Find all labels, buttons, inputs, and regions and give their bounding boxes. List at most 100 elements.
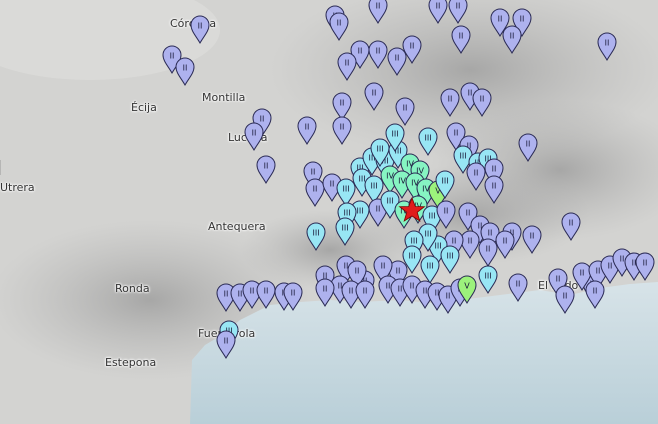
svg-text:II: II: [330, 180, 335, 189]
svg-text:III: III: [408, 252, 415, 261]
svg-text:III: III: [343, 209, 350, 218]
svg-text:II: II: [593, 287, 598, 296]
svg-text:III: III: [428, 212, 435, 221]
svg-text:II: II: [498, 15, 503, 24]
svg-text:II: II: [264, 287, 269, 296]
svg-text:II: II: [492, 165, 497, 174]
svg-text:II: II: [313, 185, 318, 194]
svg-text:II: II: [376, 2, 381, 11]
svg-text:II: II: [363, 287, 368, 296]
svg-text:II: II: [345, 59, 350, 68]
svg-text:III: III: [410, 237, 417, 246]
svg-text:III: III: [386, 197, 393, 206]
svg-text:III: III: [370, 182, 377, 191]
svg-text:II: II: [376, 205, 381, 214]
svg-text:II: II: [492, 182, 497, 191]
svg-text:II: II: [556, 275, 561, 284]
svg-text:II: II: [454, 129, 459, 138]
svg-text:III: III: [424, 134, 431, 143]
svg-text:III: III: [434, 242, 441, 251]
svg-text:II: II: [305, 123, 310, 132]
svg-text:II: II: [516, 280, 521, 289]
svg-text:II: II: [452, 237, 457, 246]
svg-text:II: II: [410, 42, 415, 51]
svg-text:II: II: [480, 95, 485, 104]
svg-text:II: II: [643, 259, 648, 268]
svg-text:II: II: [466, 209, 471, 218]
svg-text:II: II: [381, 262, 386, 271]
svg-text:II: II: [252, 129, 257, 138]
svg-text:II: II: [510, 32, 515, 41]
svg-text:II: II: [474, 169, 479, 178]
svg-text:II: II: [446, 292, 451, 301]
svg-text:V: V: [464, 282, 470, 291]
svg-text:II: II: [340, 99, 345, 108]
svg-text:II: II: [448, 95, 453, 104]
svg-text:III: III: [341, 224, 348, 233]
svg-text:II: II: [410, 282, 415, 291]
svg-text:III: III: [426, 262, 433, 271]
city-label-montilla: Montilla: [202, 91, 246, 104]
svg-text:II: II: [486, 245, 491, 254]
svg-text:II: II: [355, 267, 360, 276]
epicenter-star-icon[interactable]: [398, 196, 426, 224]
svg-text:II: II: [323, 285, 328, 294]
svg-text:II: II: [459, 32, 464, 41]
svg-text:III: III: [484, 272, 491, 281]
svg-text:II: II: [530, 232, 535, 241]
svg-text:IV: IV: [398, 177, 406, 186]
svg-text:II: II: [376, 47, 381, 56]
svg-text:II: II: [620, 255, 625, 264]
svg-text:II: II: [444, 207, 449, 216]
svg-text:III: III: [312, 229, 319, 238]
svg-text:II: II: [337, 19, 342, 28]
svg-text:II: II: [238, 290, 243, 299]
svg-text:III: III: [424, 230, 431, 239]
svg-text:II: II: [311, 168, 316, 177]
svg-text:II: II: [403, 104, 408, 113]
svg-text:II: II: [563, 292, 568, 301]
map-background: [0, 0, 658, 424]
svg-text:II: II: [260, 115, 265, 124]
svg-text:II: II: [526, 140, 531, 149]
svg-text:III: III: [342, 185, 349, 194]
svg-text:II: II: [468, 237, 473, 246]
svg-text:II: II: [224, 337, 229, 346]
svg-text:II: II: [488, 229, 493, 238]
svg-text:III: III: [446, 252, 453, 261]
svg-text:II: II: [423, 287, 428, 296]
svg-text:II: II: [569, 219, 574, 228]
svg-text:III: III: [358, 175, 365, 184]
city-label-estepona: Estepona: [105, 356, 157, 369]
svg-text:II: II: [340, 123, 345, 132]
svg-text:II: II: [183, 64, 188, 73]
svg-text:II: II: [386, 282, 391, 291]
svg-text:II: II: [596, 267, 601, 276]
svg-text:II: II: [198, 22, 203, 31]
city-label-ronda: Ronda: [115, 282, 150, 295]
svg-text:II: II: [468, 89, 473, 98]
svg-text:II: II: [503, 237, 508, 246]
svg-text:II: II: [436, 2, 441, 11]
svg-text:II: II: [349, 287, 354, 296]
svg-text:II: II: [372, 89, 377, 98]
svg-text:II: II: [291, 289, 296, 298]
svg-text:II: II: [395, 54, 400, 63]
svg-text:II: II: [358, 47, 363, 56]
svg-text:II: II: [224, 290, 229, 299]
svg-text:III: III: [356, 207, 363, 216]
svg-text:II: II: [250, 287, 255, 296]
svg-text:II: II: [580, 269, 585, 278]
city-label-ecija: Écija: [131, 101, 157, 114]
svg-text:II: II: [396, 267, 401, 276]
svg-text:II: II: [170, 52, 175, 61]
svg-text:III: III: [459, 152, 466, 161]
svg-text:III: III: [391, 130, 398, 139]
svg-text:II: II: [264, 162, 269, 171]
svg-text:II: II: [608, 262, 613, 271]
svg-text:II: II: [398, 285, 403, 294]
intensity-map[interactable]: Córdoba Écija Montilla Lucena Utrera Ant…: [0, 0, 658, 424]
svg-text:III: III: [441, 177, 448, 186]
svg-text:III: III: [376, 145, 383, 154]
svg-text:II: II: [605, 39, 610, 48]
